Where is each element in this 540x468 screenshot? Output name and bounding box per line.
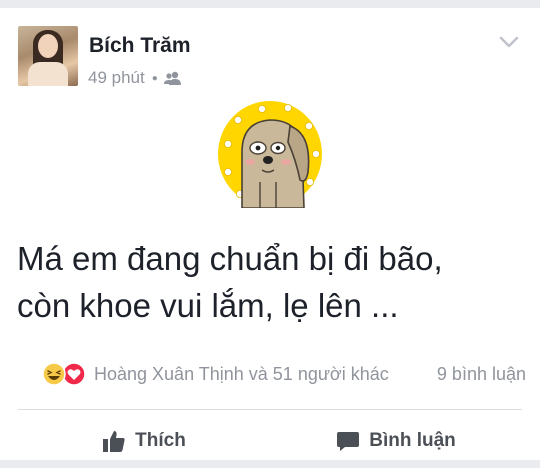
thumbs-up-icon — [103, 431, 125, 452]
dog-sticker — [218, 101, 322, 208]
post-text-line: Má em đang chuẩn bị đi bão, — [17, 240, 443, 277]
divider — [18, 409, 522, 410]
friends-icon[interactable] — [163, 71, 182, 85]
post-time[interactable]: 49 phút — [88, 68, 145, 88]
separator-dot: ● — [151, 72, 158, 84]
post-meta: 49 phút ● — [88, 68, 182, 88]
comment-count[interactable]: 9 bình luận — [437, 364, 526, 385]
post-card: Bích Trăm 49 phút ● Má em đang chuẩn bị … — [0, 8, 540, 460]
like-label: Thích — [135, 430, 186, 451]
author-name[interactable]: Bích Trăm — [89, 34, 191, 58]
chevron-down-icon[interactable] — [498, 34, 520, 50]
comment-button[interactable]: Bình luận — [270, 416, 522, 466]
author-avatar[interactable] — [18, 26, 78, 86]
reactions-bar: Hoàng Xuân Thịnh và 51 người khác 9 bình… — [42, 357, 526, 391]
post-text-line: còn khoe vui lắm, lẹ lên ... — [17, 287, 399, 324]
comment-icon — [337, 432, 360, 451]
action-bar: Thích Bình luận — [18, 416, 522, 466]
post-header: Bích Trăm 49 phút ● — [18, 26, 522, 90]
reaction-names[interactable]: Hoàng Xuân Thịnh và 51 người khác — [94, 364, 389, 385]
haha-icon[interactable] — [42, 362, 66, 386]
post-text: Má em đang chuẩn bị đi bão, còn khoe vui… — [17, 235, 527, 329]
like-button[interactable]: Thích — [18, 416, 270, 466]
comment-label: Bình luận — [369, 430, 456, 451]
